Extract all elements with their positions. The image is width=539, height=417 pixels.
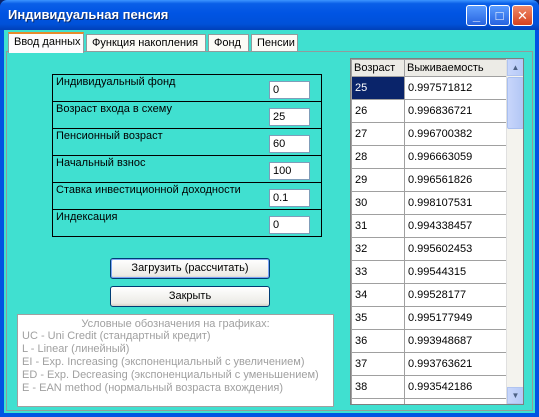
cell-age[interactable]: 28	[351, 145, 405, 169]
table-row[interactable]: 38 0.993542186	[351, 375, 508, 399]
maximize-button[interactable]: □	[489, 5, 510, 26]
form-row-indexation: Индексация	[53, 210, 321, 237]
chart-legend-box: Условные обозначения на графиках: UC - U…	[17, 314, 334, 407]
load-calculate-button[interactable]: Загрузить (рассчитать)	[110, 258, 270, 279]
close-button[interactable]: Закрыть	[110, 286, 270, 307]
cell-survival[interactable]: 0.993948687	[404, 329, 508, 353]
close-window-button[interactable]: ✕	[512, 5, 533, 26]
cell-survival[interactable]: 0.99528177	[404, 283, 508, 307]
legend-line-e: E - EAN method (нормальный возраста вхож…	[22, 382, 284, 394]
retirement-age-input[interactable]	[269, 135, 310, 153]
table-row[interactable]: 390.993305607	[351, 398, 508, 404]
initial-contribution-input[interactable]	[269, 162, 310, 180]
legend-line-ed: ED - Exp. Decreasing (экспоненциальный с…	[22, 369, 319, 381]
table-row[interactable]: 36 0.993948687	[351, 329, 508, 353]
window-body: Ввод данных Функция накопления Фонд Пенс…	[4, 30, 535, 413]
table-row[interactable]: 28 0.996663059	[351, 145, 508, 169]
cell-age[interactable]: 36	[351, 329, 405, 353]
label-initial-contribution: Начальный взнос	[56, 157, 146, 169]
cell-survival[interactable]: 0.993542186	[404, 375, 508, 399]
window-title: Индивидуальная пенсия	[8, 7, 169, 22]
table-header-row: Возраст Выживаемость	[351, 59, 508, 77]
cell-survival[interactable]: 0.993763621	[404, 352, 508, 376]
vertical-scrollbar[interactable]: ▲ ▼	[506, 59, 523, 404]
form-row-entry-age: Возраст входа в схему	[53, 102, 321, 129]
cell-age[interactable]: 29	[351, 168, 405, 192]
cell-age[interactable]: 25	[351, 76, 405, 100]
cell-age[interactable]: 34	[351, 283, 405, 307]
cell-age[interactable]: 32	[351, 237, 405, 261]
column-header-age[interactable]: Возраст	[351, 59, 405, 77]
table-row[interactable]: 34 0.99528177	[351, 283, 508, 307]
cell-survival[interactable]: 0.994338457	[404, 214, 508, 238]
indexation-input[interactable]	[269, 216, 310, 234]
cell-age[interactable]: 30	[351, 191, 405, 215]
table-row[interactable]: 35 0.995177949	[351, 306, 508, 330]
cell-age[interactable]: 26	[351, 99, 405, 123]
tab-accumulation-function[interactable]: Функция накопления	[86, 34, 206, 52]
legend-line-l: L - Linear (линейный)	[22, 343, 130, 355]
table-row[interactable]: 25 0.997571812	[351, 76, 508, 100]
column-header-survival[interactable]: Выживаемость	[404, 59, 508, 77]
cell-age[interactable]: 31	[351, 214, 405, 238]
label-individual-fund: Индивидуальный фонд	[56, 76, 176, 88]
legend-line-ei: EI - Exp. Increasing (экспоненциальный с…	[22, 356, 305, 368]
cell-survival[interactable]: 0.996836721	[404, 99, 508, 123]
cell-survival[interactable]: 0.998107531	[404, 191, 508, 215]
label-indexation: Индексация	[56, 211, 118, 223]
label-entry-age: Возраст входа в схему	[56, 103, 172, 115]
label-retirement-age: Пенсионный возраст	[56, 130, 163, 142]
survival-table-grid: Возраст Выживаемость 25 0.997571812 26 0.99…	[351, 59, 508, 404]
table-row[interactable]: 26 0.996836721	[351, 99, 508, 123]
form-row-investment-rate: Ставка инвестиционной доходности	[53, 183, 321, 210]
scroll-thumb[interactable]	[507, 77, 523, 129]
cell-age[interactable]: 37	[351, 352, 405, 376]
table-row[interactable]: 31 0.994338457	[351, 214, 508, 238]
form-row-initial-contribution: Начальный взнос	[53, 156, 321, 183]
app-window: Индивидуальная пенсия _ □ ✕ Ввод данных …	[0, 0, 539, 417]
cell-age[interactable]: 35	[351, 306, 405, 330]
form-row-individual-fund: Индивидуальный фонд	[53, 75, 321, 102]
cell-age[interactable]: 39	[351, 398, 405, 404]
cell-survival[interactable]: 0.997571812	[404, 76, 508, 100]
tab-input-data[interactable]: Ввод данных	[8, 32, 84, 53]
cell-age[interactable]: 33	[351, 260, 405, 284]
table-row[interactable]: 33 0.99544315	[351, 260, 508, 284]
cell-survival[interactable]: 0.996663059	[404, 145, 508, 169]
label-investment-rate: Ставка инвестиционной доходности	[56, 184, 241, 196]
table-row[interactable]: 30 0.998107531	[351, 191, 508, 215]
survival-table[interactable]: Возраст Выживаемость 25 0.997571812 26 0.99…	[350, 58, 524, 405]
cell-survival[interactable]: 0.996700382	[404, 122, 508, 146]
legend-title: Условные обозначения на графиках:	[81, 318, 270, 330]
input-data-panel: Индивидуальный фонд Возраст входа в схем…	[6, 51, 533, 411]
cell-survival[interactable]: 0.99544315	[404, 260, 508, 284]
title-bar[interactable]: Индивидуальная пенсия _ □ ✕	[0, 0, 539, 30]
individual-fund-input[interactable]	[269, 81, 310, 99]
cell-survival[interactable]: 0.996561826	[404, 168, 508, 192]
tab-pensions[interactable]: Пенсии	[251, 34, 298, 52]
scroll-up-icon[interactable]: ▲	[507, 59, 523, 76]
legend-line-uc: UC - Uni Credit (стандартный кредит)	[22, 330, 211, 342]
investment-rate-input[interactable]	[269, 189, 310, 207]
cell-survival[interactable]: 0.993305607	[404, 398, 508, 404]
table-body: 25 0.997571812 26 0.996836721 27 0.996700382 2…	[351, 76, 508, 404]
cell-age[interactable]: 27	[351, 122, 405, 146]
scroll-down-icon[interactable]: ▼	[507, 387, 523, 404]
entry-age-input[interactable]	[269, 108, 310, 126]
cell-survival[interactable]: 0.995177949	[404, 306, 508, 330]
cell-survival[interactable]: 0.995602453	[404, 237, 508, 261]
table-row[interactable]: 37 0.993763621	[351, 352, 508, 376]
table-row[interactable]: 32 0.995602453	[351, 237, 508, 261]
table-row[interactable]: 27 0.996700382	[351, 122, 508, 146]
form-row-retirement-age: Пенсионный возраст	[53, 129, 321, 156]
input-form: Индивидуальный фонд Возраст входа в схем…	[52, 74, 322, 237]
cell-age[interactable]: 38	[351, 375, 405, 399]
tab-fund[interactable]: Фонд	[208, 34, 249, 52]
minimize-button[interactable]: _	[466, 5, 487, 26]
table-row[interactable]: 29 0.996561826	[351, 168, 508, 192]
